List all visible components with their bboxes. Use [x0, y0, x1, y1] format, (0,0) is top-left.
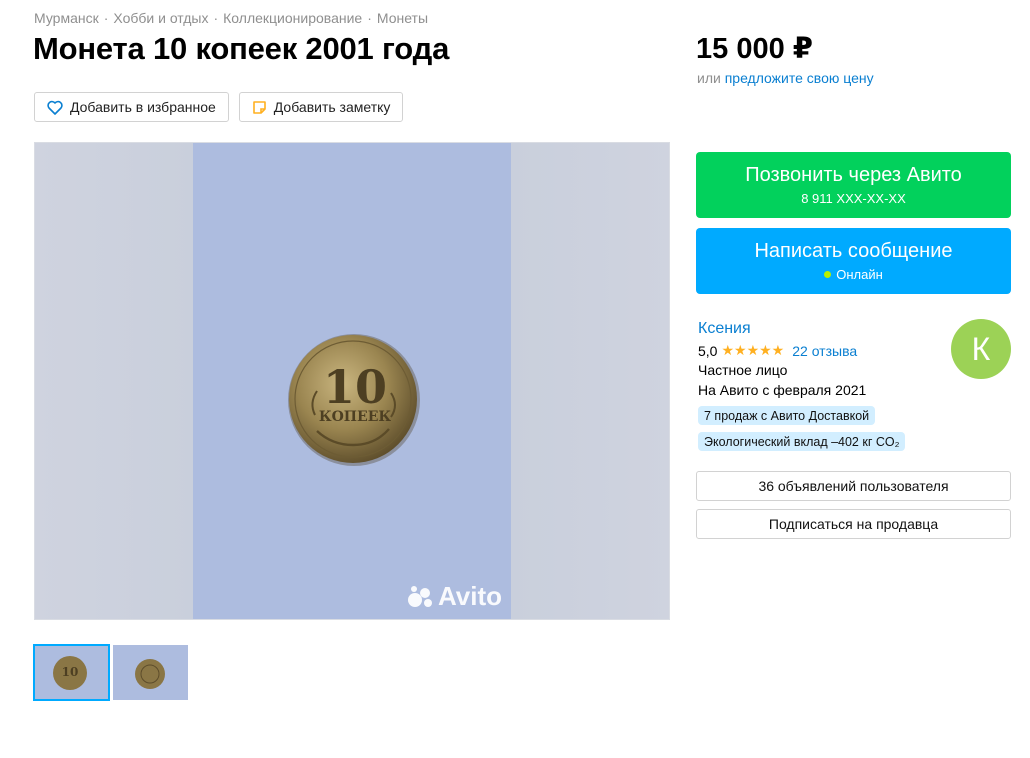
add-note-button[interactable]: Добавить заметку: [238, 92, 404, 122]
seller-name-link[interactable]: Ксения: [698, 320, 751, 338]
coin-denomination: 10: [323, 360, 387, 414]
delivery-sales-badge[interactable]: 7 продаж с Авито Доставкой: [698, 406, 876, 425]
avito-watermark: Avito: [407, 581, 502, 612]
thumbnail-coin: [135, 659, 165, 689]
seller-type: Частное лицо: [698, 362, 788, 378]
breadcrumb-separator: ·: [213, 10, 219, 26]
seller-since: На Авито с февраля 2021: [698, 382, 867, 398]
reviews-link[interactable]: 22 отзыва: [792, 343, 857, 359]
add-to-favorites-button[interactable]: Добавить в избранное: [34, 92, 229, 122]
heart-icon: [47, 100, 63, 115]
seller-rating: 5,0 ★★★★★ 22 отзыва: [698, 342, 857, 359]
eco-contribution-badge[interactable]: Экологический вклад –402 кг CO₂: [698, 432, 906, 451]
subscribe-seller-button[interactable]: Подписаться на продавца: [696, 509, 1011, 539]
online-status-text: Онлайн: [836, 267, 883, 282]
price: 15 000 ₽: [696, 33, 813, 65]
svg-text:10: 10: [62, 665, 79, 679]
star-rating-icon: ★★★★★: [721, 342, 785, 358]
offer-price-link[interactable]: предложите свою цену: [725, 70, 874, 86]
seller-listings-button[interactable]: 36 объявлений пользователя: [696, 471, 1011, 501]
breadcrumb-item-hobby[interactable]: Хобби и отдых: [113, 10, 208, 26]
thumbnail-strip: 10: [33, 644, 188, 701]
message-button[interactable]: Написать сообщение Онлайн: [696, 228, 1011, 294]
avito-logo-icon: [408, 585, 432, 607]
breadcrumb: Мурманск · Хобби и отдых · Коллекциониро…: [34, 10, 428, 26]
breadcrumb-separator: ·: [103, 10, 109, 26]
rating-value: 5,0: [698, 342, 718, 359]
breadcrumb-item-coins[interactable]: Монеты: [377, 10, 428, 26]
breadcrumb-item-city[interactable]: Мурманск: [34, 10, 99, 26]
seller-online-status: Онлайн: [696, 267, 1011, 282]
note-icon: [252, 100, 266, 114]
call-button-phone: 8 911 XXX-XX-XX: [801, 191, 906, 206]
watermark-text: Avito: [438, 581, 503, 611]
add-to-favorites-label: Добавить в избранное: [70, 99, 216, 115]
offer-prefix: или: [697, 70, 721, 86]
listing-actions: Добавить в избранное Добавить заметку: [34, 92, 404, 122]
add-note-label: Добавить заметку: [273, 99, 391, 115]
message-button-label: Написать сообщение: [754, 240, 953, 262]
gallery-blur-left: [35, 143, 193, 619]
gallery-blur-right: [511, 143, 669, 619]
thumbnail-coin: 10: [53, 656, 87, 690]
offer-price-line: или предложите свою цену: [697, 70, 874, 86]
coin-text: КОПЕЕК: [319, 409, 391, 425]
online-dot-icon: [824, 271, 832, 278]
breadcrumb-item-collecting[interactable]: Коллекционирование: [223, 10, 362, 26]
thumbnail-2[interactable]: [113, 645, 188, 700]
avatar[interactable]: К: [951, 319, 1011, 379]
thumbnail-1[interactable]: 10: [33, 644, 110, 701]
call-button[interactable]: Позвонить через Авито 8 911 XXX-XX-XX: [696, 152, 1011, 218]
breadcrumb-separator: ·: [367, 10, 372, 26]
photo-gallery[interactable]: 10 КОПЕЕК Avito: [34, 142, 670, 620]
page-title: Монета 10 копеек 2001 года: [33, 31, 450, 66]
call-button-label: Позвонить через Авито: [745, 164, 962, 186]
coin-image: 10 КОПЕЕК: [288, 334, 420, 466]
